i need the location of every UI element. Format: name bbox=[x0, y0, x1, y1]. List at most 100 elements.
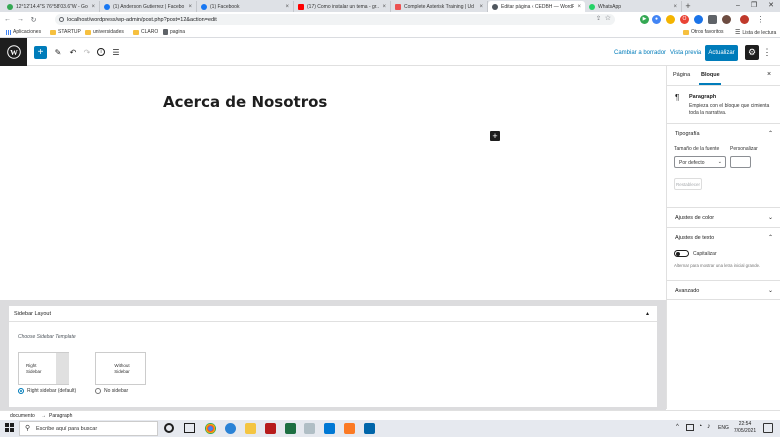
bookmark-star-icon[interactable]: ☆ bbox=[605, 14, 611, 22]
list-view-icon[interactable]: ☰ bbox=[111, 47, 121, 57]
extension-icon[interactable]: ▶ bbox=[640, 15, 649, 24]
bookmark-other-favorites[interactable]: Otros favoritos bbox=[683, 29, 724, 35]
metabox-header[interactable] bbox=[9, 306, 657, 322]
tab-page[interactable]: Página bbox=[673, 72, 690, 78]
excel-icon[interactable] bbox=[285, 423, 296, 434]
close-icon[interactable]: × bbox=[577, 4, 581, 10]
forward-icon[interactable]: → bbox=[15, 16, 26, 23]
clock[interactable]: 22:54 7/05/2021 bbox=[733, 421, 757, 435]
browser-tab-whatsapp[interactable]: WhatsApp × bbox=[585, 1, 682, 12]
breadcrumb-document[interactable]: documento bbox=[10, 413, 35, 419]
preview-button[interactable]: Vista previa bbox=[670, 48, 701, 58]
close-icon[interactable]: × bbox=[673, 4, 677, 10]
share-icon[interactable]: ⇪ bbox=[596, 15, 601, 22]
extension-icon[interactable]: ● bbox=[652, 15, 661, 24]
browser-tab-facebook[interactable]: (1) Facebook × bbox=[197, 1, 294, 12]
close-icon[interactable]: × bbox=[285, 4, 289, 10]
info-icon[interactable] bbox=[59, 17, 64, 22]
close-icon[interactable]: × bbox=[479, 4, 483, 10]
network-icon[interactable]: ◔ bbox=[698, 423, 702, 430]
vscode-icon[interactable] bbox=[364, 423, 375, 434]
browser-menu-icon[interactable]: ⋮ bbox=[756, 15, 765, 24]
address-bar[interactable]: localhost/wordpress/wp-admin/post.php?po… bbox=[55, 14, 615, 25]
bookmark-folder-startup[interactable]: STARTUP bbox=[50, 29, 81, 35]
edit-tools-icon[interactable]: ✎ bbox=[53, 47, 63, 57]
right-sidebar-thumbnail[interactable]: Right Sidebar bbox=[18, 352, 69, 385]
maximize-icon[interactable]: ❐ bbox=[746, 0, 762, 12]
tab-block[interactable]: Bloque bbox=[701, 72, 720, 78]
chevron-up-icon[interactable]: ⌃ bbox=[768, 234, 773, 241]
undo-icon[interactable]: ↶ bbox=[68, 47, 78, 57]
bookmark-folder-claro[interactable]: CLARO bbox=[133, 29, 158, 35]
maps-icon bbox=[7, 3, 13, 10]
extensions-puzzle-icon[interactable] bbox=[708, 15, 717, 24]
close-icon[interactable]: × bbox=[91, 4, 95, 10]
block-inserter-button[interactable]: + bbox=[490, 131, 500, 141]
radio-no-sidebar[interactable] bbox=[95, 388, 101, 394]
extension-icon[interactable]: O bbox=[680, 15, 689, 24]
minimize-icon[interactable]: – bbox=[730, 0, 746, 12]
close-sidebar-icon[interactable]: × bbox=[767, 71, 771, 78]
new-tab-button[interactable]: + bbox=[682, 1, 694, 12]
font-size-select[interactable]: Por defecto ⌄ bbox=[674, 156, 726, 168]
switch-to-draft-button[interactable]: Cambiar a borrador bbox=[614, 48, 666, 58]
battery-icon[interactable] bbox=[686, 424, 694, 431]
task-view-icon[interactable] bbox=[184, 423, 195, 433]
mail-icon[interactable] bbox=[324, 423, 335, 434]
sidebar-layout-metabox: Sidebar Layout ▴ Choose Sidebar Template… bbox=[8, 305, 658, 408]
browser-tab-udemy[interactable]: Complete Asterisk Training | Ud × bbox=[391, 1, 488, 12]
wordpress-logo-button[interactable]: W bbox=[0, 38, 27, 66]
more-options-icon[interactable]: ⋮ bbox=[762, 46, 772, 59]
color-settings-panel[interactable]: Ajustes de color ⌄ bbox=[667, 207, 780, 227]
collapse-arrow-icon[interactable]: ▴ bbox=[646, 310, 649, 317]
advanced-panel[interactable]: Avanzado ⌄ bbox=[667, 280, 780, 300]
language-indicator[interactable]: ENG bbox=[718, 425, 729, 431]
details-info-icon[interactable]: i bbox=[97, 48, 105, 56]
post-title[interactable]: Acerca de Nosotros bbox=[163, 93, 327, 111]
notifications-icon[interactable] bbox=[763, 423, 773, 433]
folder-icon bbox=[50, 29, 56, 35]
settings-gear-icon[interactable]: ⚙ bbox=[745, 45, 759, 60]
browser-tab-facebook-profile[interactable]: (1) Anderson Gutierrez | Facebo × bbox=[100, 1, 197, 12]
radio-right-sidebar[interactable] bbox=[18, 388, 24, 394]
chevron-up-icon[interactable]: ⌃ bbox=[768, 130, 773, 137]
browser-tab-youtube[interactable]: (17) Como instalar un tema - gr... × bbox=[294, 1, 391, 12]
breadcrumb-paragraph[interactable]: Paragraph bbox=[49, 413, 72, 419]
no-sidebar-thumbnail[interactable]: Without Sidebar bbox=[95, 352, 146, 385]
file-explorer-icon[interactable] bbox=[245, 423, 256, 434]
chevron-down-icon: ⌄ bbox=[717, 159, 722, 165]
taskbar-search-input[interactable]: ⚲ Escribe aquí para buscar bbox=[19, 421, 158, 436]
close-icon[interactable]: × bbox=[188, 4, 192, 10]
app-icon[interactable] bbox=[304, 423, 315, 434]
extension-icon[interactable] bbox=[694, 15, 703, 24]
volume-icon[interactable]: ♪ bbox=[707, 423, 711, 430]
window-close-icon[interactable]: ✕ bbox=[763, 0, 779, 12]
reset-button[interactable]: Restablecer bbox=[674, 178, 702, 190]
close-icon[interactable]: × bbox=[382, 4, 386, 10]
custom-size-input[interactable] bbox=[730, 156, 751, 168]
browser-tab-wordpress[interactable]: Editar página ‹ CEDBH — WordP × bbox=[488, 1, 585, 12]
cortana-icon[interactable] bbox=[164, 423, 174, 433]
tray-chevron-icon[interactable]: ^ bbox=[676, 424, 679, 430]
reload-icon[interactable]: ↻ bbox=[28, 16, 39, 24]
extension-icon[interactable] bbox=[666, 15, 675, 24]
windows-start-icon[interactable] bbox=[5, 423, 15, 433]
redo-icon[interactable]: ↷ bbox=[82, 47, 92, 57]
edge-icon[interactable] bbox=[225, 423, 236, 434]
browser-tab-maps[interactable]: 12°12'14.4"S 76°58'03.6"W - Goo × bbox=[3, 1, 100, 12]
bookmark-apps[interactable]: Aplicaciones bbox=[6, 29, 41, 35]
drop-cap-toggle[interactable] bbox=[674, 250, 689, 257]
bookmark-folder-universidades[interactable]: universidades bbox=[85, 29, 124, 35]
add-block-button[interactable]: + bbox=[34, 46, 47, 59]
panel-title[interactable]: Tipografía bbox=[675, 131, 700, 137]
panel-title[interactable]: Ajustes de texto bbox=[675, 235, 714, 241]
back-icon[interactable]: ← bbox=[2, 16, 13, 23]
avatar[interactable] bbox=[740, 15, 749, 24]
xampp-icon[interactable] bbox=[344, 423, 355, 434]
chrome-icon[interactable] bbox=[205, 423, 216, 434]
app-icon[interactable] bbox=[265, 423, 276, 434]
reading-list[interactable]: ☰ Lista de lectura bbox=[735, 29, 776, 37]
update-button[interactable]: Actualizar bbox=[705, 45, 738, 61]
bookmark-pagina[interactable]: pagina bbox=[163, 29, 185, 35]
extension-icon[interactable] bbox=[722, 15, 731, 24]
